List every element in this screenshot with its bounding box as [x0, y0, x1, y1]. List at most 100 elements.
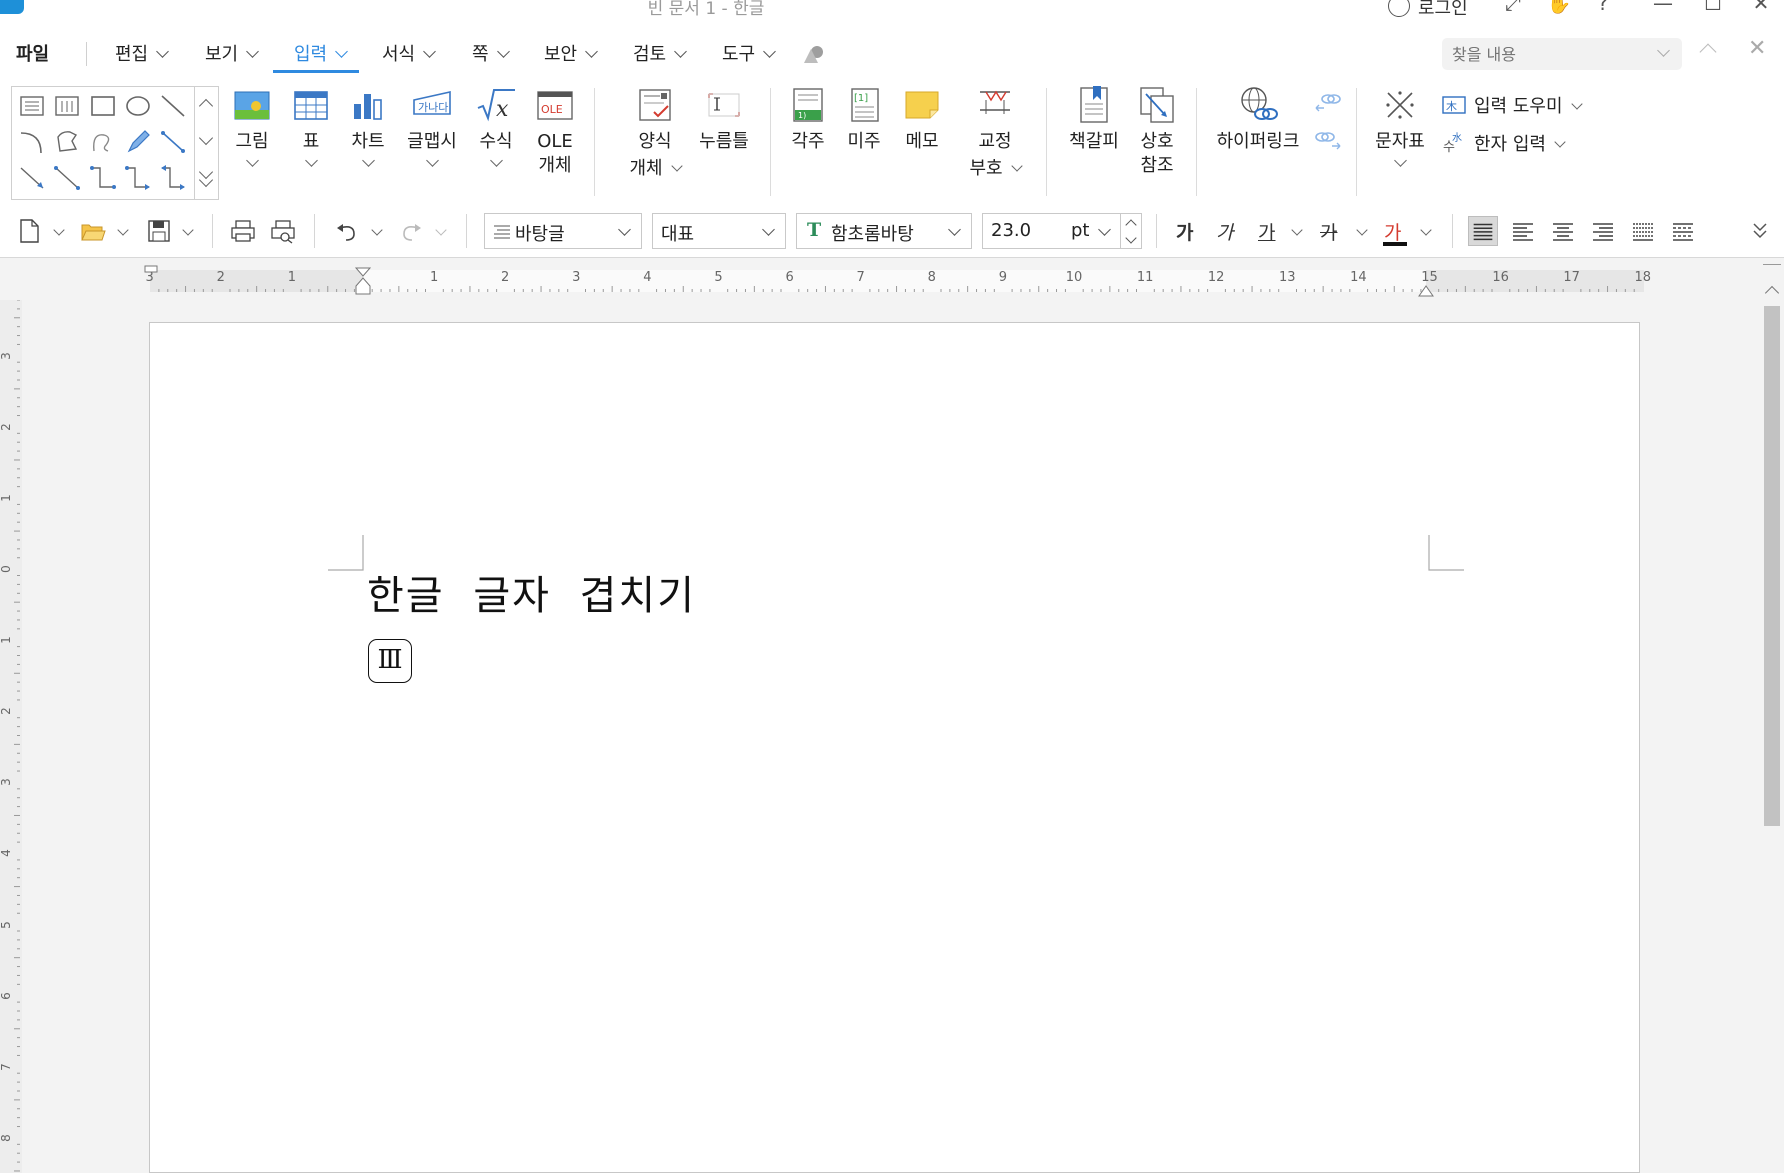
pen-icon[interactable] [123, 127, 153, 157]
chevron-down-icon[interactable] [1291, 224, 1303, 236]
picture-button[interactable]: 그림 [228, 84, 276, 167]
vertical-ruler[interactable]: 3 2 1 0 1 2 3 4 5 6 7 8 [0, 300, 22, 1173]
chevron-up-icon[interactable] [1125, 219, 1137, 231]
scrollbar-thumb[interactable] [1764, 306, 1780, 826]
maximize-button[interactable]: ☐ [1698, 0, 1728, 15]
link-back-icon[interactable] [1314, 90, 1342, 114]
toolbar-expand-icon[interactable] [1750, 220, 1770, 242]
chevron-down-icon[interactable] [361, 154, 375, 167]
link-forward-icon[interactable] [1314, 128, 1342, 152]
open-folder-icon[interactable] [80, 218, 106, 244]
chevron-down-icon[interactable] [182, 224, 194, 236]
italic-button[interactable]: 가 [1216, 218, 1233, 245]
chevron-down-icon[interactable] [1570, 98, 1583, 110]
search-input[interactable] [1452, 44, 1642, 64]
font-color-button[interactable]: 가 [1384, 218, 1401, 245]
print-preview-icon[interactable] [270, 218, 296, 244]
vertical-text-box-icon[interactable] [52, 91, 82, 121]
proofreading-mark-button[interactable]: 교정 부호 [966, 84, 1024, 180]
elbow-connector-icon[interactable] [88, 163, 118, 193]
split-align-icon[interactable] [1668, 216, 1698, 246]
arc-icon[interactable] [17, 127, 47, 157]
hanja-input-button[interactable]: 수 水 한자 입력 [1442, 130, 1566, 156]
elbow-double-arrow-connector-icon[interactable] [158, 163, 188, 193]
redo-icon[interactable] [398, 218, 424, 244]
help-icon[interactable]: ? [1588, 0, 1618, 15]
menu-edit[interactable]: 편집 [115, 40, 169, 66]
font-select[interactable]: T 함초롬바탕 [796, 213, 972, 249]
chevron-down-icon[interactable] [1010, 160, 1023, 172]
line-icon[interactable] [158, 91, 188, 121]
font-size-select[interactable]: 23.0 pt [982, 213, 1122, 249]
menu-review[interactable]: 검토 [633, 40, 687, 66]
horizontal-ruler[interactable]: 3 2 1 1 2 3 4 5 6 7 8 9 10 11 12 13 14 15 16 17 18 [0, 262, 1784, 300]
chevron-down-icon[interactable] [1420, 224, 1432, 236]
menu-security[interactable]: 보안 [544, 40, 598, 66]
chevron-down-icon[interactable] [425, 154, 439, 167]
undo-icon[interactable] [334, 218, 360, 244]
ole-object-button[interactable]: OLE OLE 개체 [530, 84, 580, 178]
chevron-down-icon[interactable] [245, 154, 259, 167]
underline-button[interactable]: 가 [1258, 218, 1275, 245]
language-select[interactable]: 대표 [652, 213, 786, 249]
cross-reference-button[interactable]: 상호 참조 [1134, 84, 1180, 178]
form-object-button[interactable]: 양식 개체 [622, 84, 688, 180]
indent-marker-icon[interactable] [353, 266, 373, 298]
save-icon[interactable] [146, 218, 172, 244]
align-center-icon[interactable] [1548, 216, 1578, 246]
font-size-stepper[interactable] [1120, 213, 1142, 249]
character-map-button[interactable]: 문자표 [1372, 84, 1428, 167]
chevron-down-icon[interactable] [371, 224, 383, 236]
left-margin-marker-icon[interactable] [143, 264, 159, 276]
chevron-down-icon[interactable] [304, 154, 318, 167]
align-left-icon[interactable] [1508, 216, 1538, 246]
chevron-down-icon[interactable] [1554, 136, 1566, 148]
arrow-line-icon[interactable] [17, 163, 47, 193]
input-helper-button[interactable]: 木 입력 도우미 [1442, 92, 1583, 118]
new-document-icon[interactable] [16, 218, 42, 244]
chart-button[interactable]: 차트 [344, 84, 392, 167]
chevron-down-icon[interactable] [1657, 44, 1670, 57]
elbow-arrow-connector-icon[interactable] [123, 163, 153, 193]
chevron-down-icon[interactable] [762, 223, 775, 236]
polygon-icon[interactable] [52, 127, 82, 157]
memo-button[interactable]: 메모 [898, 84, 946, 154]
close-icon[interactable]: ✕ [1748, 36, 1766, 61]
menu-view[interactable]: 보기 [205, 40, 259, 66]
document-page[interactable]: 한글 글자 겹치기 Ⅲ [149, 322, 1640, 1173]
print-icon[interactable] [230, 218, 256, 244]
hand-tool-icon[interactable]: ✋ [1544, 0, 1574, 15]
chevron-down-icon[interactable] [53, 224, 65, 236]
chevron-down-icon[interactable] [435, 224, 447, 236]
equation-button[interactable]: x 수식 [472, 84, 520, 167]
endnote-button[interactable]: [1] 미주 [842, 84, 886, 154]
search-prev-icon[interactable] [1699, 43, 1717, 61]
overlapped-character[interactable]: Ⅲ [368, 639, 412, 683]
menu-page[interactable]: 쪽 [472, 40, 510, 66]
click-here-field-button[interactable]: 누름틀 [694, 84, 754, 154]
ellipse-icon[interactable] [123, 91, 153, 121]
menu-format[interactable]: 서식 [382, 40, 436, 66]
close-button[interactable]: ✕ [1746, 0, 1776, 15]
menu-tools[interactable]: 도구 [722, 40, 776, 66]
document-heading[interactable]: 한글 글자 겹치기 [367, 563, 696, 621]
text-box-icon[interactable] [17, 91, 47, 121]
paragraph-style-select[interactable]: 바탕글 [484, 213, 642, 249]
chevron-down-icon[interactable] [618, 223, 631, 236]
bold-button[interactable]: 가 [1176, 218, 1193, 245]
align-right-icon[interactable] [1588, 216, 1618, 246]
menu-input[interactable]: 입력 [294, 40, 348, 66]
shapes-icon[interactable] [802, 44, 824, 64]
rectangle-icon[interactable] [88, 91, 118, 121]
chevron-down-icon[interactable] [1125, 232, 1137, 244]
scroll-split-handle[interactable] [1763, 264, 1781, 270]
minimize-button[interactable]: — [1648, 0, 1678, 15]
chevron-down-icon[interactable] [1098, 223, 1111, 236]
right-indent-marker-icon[interactable] [1416, 278, 1436, 298]
chevron-down-icon[interactable] [1356, 224, 1368, 236]
chevron-up-icon[interactable] [198, 98, 214, 114]
chevron-down-icon[interactable] [1393, 154, 1407, 167]
table-button[interactable]: 표 [288, 84, 334, 167]
hyperlink-button[interactable]: 하이퍼링크 [1212, 84, 1304, 154]
login-button[interactable]: 로그인 [1418, 0, 1468, 18]
